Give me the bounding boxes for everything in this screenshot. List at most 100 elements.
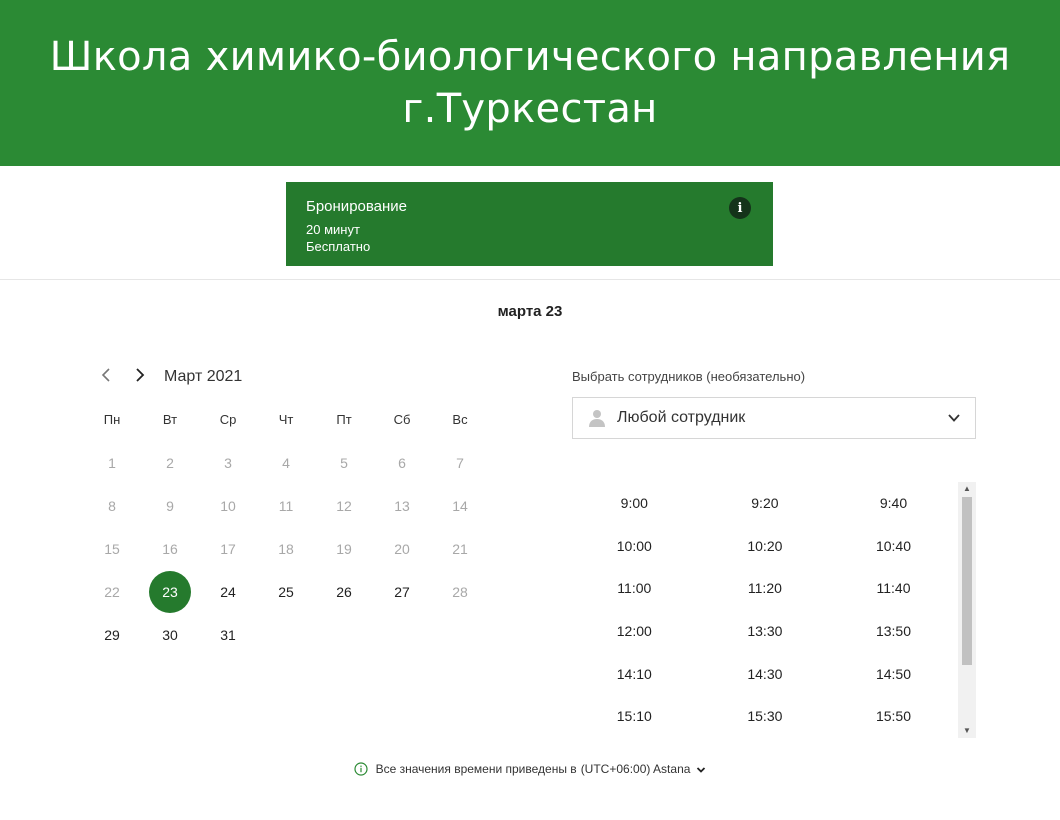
time-slot[interactable]: 9:20	[701, 495, 830, 511]
calendar-day: 7	[431, 441, 489, 484]
selected-date-heading: марта 23	[497, 303, 563, 320]
weekday-label: Сб	[393, 412, 411, 427]
calendar-day-empty	[373, 613, 431, 656]
time-slot[interactable]: 11:40	[829, 580, 958, 596]
staff-label: Выбрать сотрудников (необязательно)	[572, 369, 806, 384]
calendar-day-number: 20	[394, 540, 410, 557]
scroll-up-arrow-icon[interactable]: ▲	[958, 482, 976, 496]
time-slot-row: 15:10 15:30 15:50	[572, 695, 958, 738]
calendar-day[interactable]: 29	[83, 613, 141, 656]
calendar-day: 11	[257, 484, 315, 527]
time-slot[interactable]: 9:40	[829, 495, 958, 511]
calendar-day-number: 11	[278, 497, 294, 514]
time-slot[interactable]: 14:50	[829, 666, 958, 682]
time-slot[interactable]: 14:30	[701, 666, 830, 682]
calendar-day-number: 26	[336, 583, 352, 600]
time-slot-row: 9:00 9:20 9:40	[572, 482, 958, 525]
calendar-day-number: 16	[162, 540, 178, 557]
calendar-day[interactable]: 26	[315, 570, 373, 613]
time-slot[interactable]: 11:00	[572, 580, 699, 596]
page-header: Школа химико-биологического направления …	[0, 0, 1060, 166]
weekday-label: Пт	[336, 412, 352, 427]
calendar-week-row: 29 30 31	[83, 613, 489, 656]
calendar-day-number: 18	[278, 540, 294, 557]
time-slot[interactable]: 15:30	[701, 708, 830, 724]
calendar-week-row: 15 16 17 18 19 20 21	[83, 527, 489, 570]
calendar-day-number: 1	[108, 454, 116, 471]
time-slot[interactable]: 11:20	[701, 580, 830, 596]
time-slot-row: 11:00 11:20 11:40	[572, 567, 958, 610]
calendar-day-number: 4	[282, 454, 290, 471]
scrollbar[interactable]: ▲ ▼	[958, 482, 976, 738]
weekday-label: Вс	[452, 412, 468, 427]
calendar-day: 21	[431, 527, 489, 570]
calendar-day-number: 8	[108, 497, 116, 514]
weekday-header-row: Пн Вт Ср Чт Пт Сб Вс	[83, 398, 489, 441]
staff-select[interactable]: Любой сотрудник	[572, 397, 976, 439]
info-icon[interactable]: i	[729, 197, 751, 219]
calendar-day: 12	[315, 484, 373, 527]
time-slot[interactable]: 14:10	[572, 666, 699, 682]
person-icon	[587, 408, 607, 428]
calendar-day[interactable]: 27	[373, 570, 431, 613]
time-slot[interactable]: 10:20	[701, 538, 830, 554]
time-slots-grid: 9:00 9:20 9:40 10:00 10:20 10:40 11:00 11:20 11:…	[572, 482, 958, 738]
service-duration: 20 минут	[306, 222, 360, 237]
service-card[interactable]: Бронирование 20 минут Бесплатно i	[286, 182, 773, 266]
chevron-down-icon[interactable]	[947, 411, 961, 425]
page-title-line2: г.Туркестан	[402, 86, 658, 132]
time-slot-row: 10:00 10:20 10:40	[572, 525, 958, 568]
calendar-day: 6	[373, 441, 431, 484]
calendar-day-number: 29	[104, 626, 120, 643]
calendar-day-number: 24	[220, 583, 236, 600]
calendar-day[interactable]: 31	[199, 613, 257, 656]
time-slot[interactable]: 9:00	[572, 495, 699, 511]
calendar-grid: Пн Вт Ср Чт Пт Сб Вс 1 2 3 4 5 6 7 8 9 10 11 12 13 14 15 16 17 1…	[83, 398, 489, 656]
calendar-day-empty	[431, 613, 489, 656]
scroll-down-arrow-icon[interactable]: ▼	[958, 724, 976, 738]
time-slot[interactable]: 12:00	[572, 623, 699, 639]
time-slots-panel: 9:00 9:20 9:40 10:00 10:20 10:40 11:00 11:20 11:…	[572, 482, 976, 738]
weekday-label: Пн	[103, 412, 121, 427]
time-slot[interactable]: 15:10	[572, 708, 699, 724]
calendar-day-number: 22	[104, 583, 120, 600]
time-slot[interactable]: 13:50	[829, 623, 958, 639]
calendar-day[interactable]: 25	[257, 570, 315, 613]
calendar-day-number: 17	[220, 540, 236, 557]
chevron-right-icon[interactable]	[134, 367, 152, 387]
time-slot-row: 12:00 13:30 13:50	[572, 610, 958, 653]
calendar-day[interactable]: 24	[199, 570, 257, 613]
calendar-day-number: 10	[220, 497, 236, 514]
calendar-day-number: 30	[162, 626, 178, 643]
chevron-left-icon[interactable]	[100, 367, 118, 387]
service-name: Бронирование	[306, 198, 408, 215]
weekday-label: Вт	[162, 412, 178, 427]
calendar-day: 9	[141, 484, 199, 527]
calendar-day-number: 14	[452, 497, 468, 514]
calendar-day-number: 25	[278, 583, 294, 600]
section-divider	[0, 279, 1060, 280]
calendar-day-selected[interactable]: 23	[141, 570, 199, 613]
scrollbar-thumb[interactable]	[962, 497, 972, 665]
calendar-day: 4	[257, 441, 315, 484]
time-slot[interactable]: 10:00	[572, 538, 699, 554]
calendar-day-number: 12	[336, 497, 352, 514]
info-circle-icon	[353, 762, 368, 776]
calendar-day: 18	[257, 527, 315, 570]
calendar-day-number: 9	[166, 497, 174, 514]
calendar-day: 2	[141, 441, 199, 484]
calendar-day-number: 28	[452, 583, 468, 600]
calendar-week-row: 1 2 3 4 5 6 7	[83, 441, 489, 484]
time-slot[interactable]: 15:50	[829, 708, 958, 724]
calendar-day: 14	[431, 484, 489, 527]
time-slot[interactable]: 10:40	[829, 538, 958, 554]
calendar-day[interactable]: 30	[141, 613, 199, 656]
chevron-down-icon[interactable]	[696, 764, 706, 774]
weekday-label: Ср	[219, 412, 237, 427]
service-price: Бесплатно	[306, 239, 371, 254]
calendar-day-number: 3	[224, 454, 232, 471]
calendar-day: 8	[83, 484, 141, 527]
timezone-value[interactable]: (UTC+06:00) Astana	[581, 762, 691, 776]
calendar-day-empty	[257, 613, 315, 656]
time-slot[interactable]: 13:30	[701, 623, 830, 639]
